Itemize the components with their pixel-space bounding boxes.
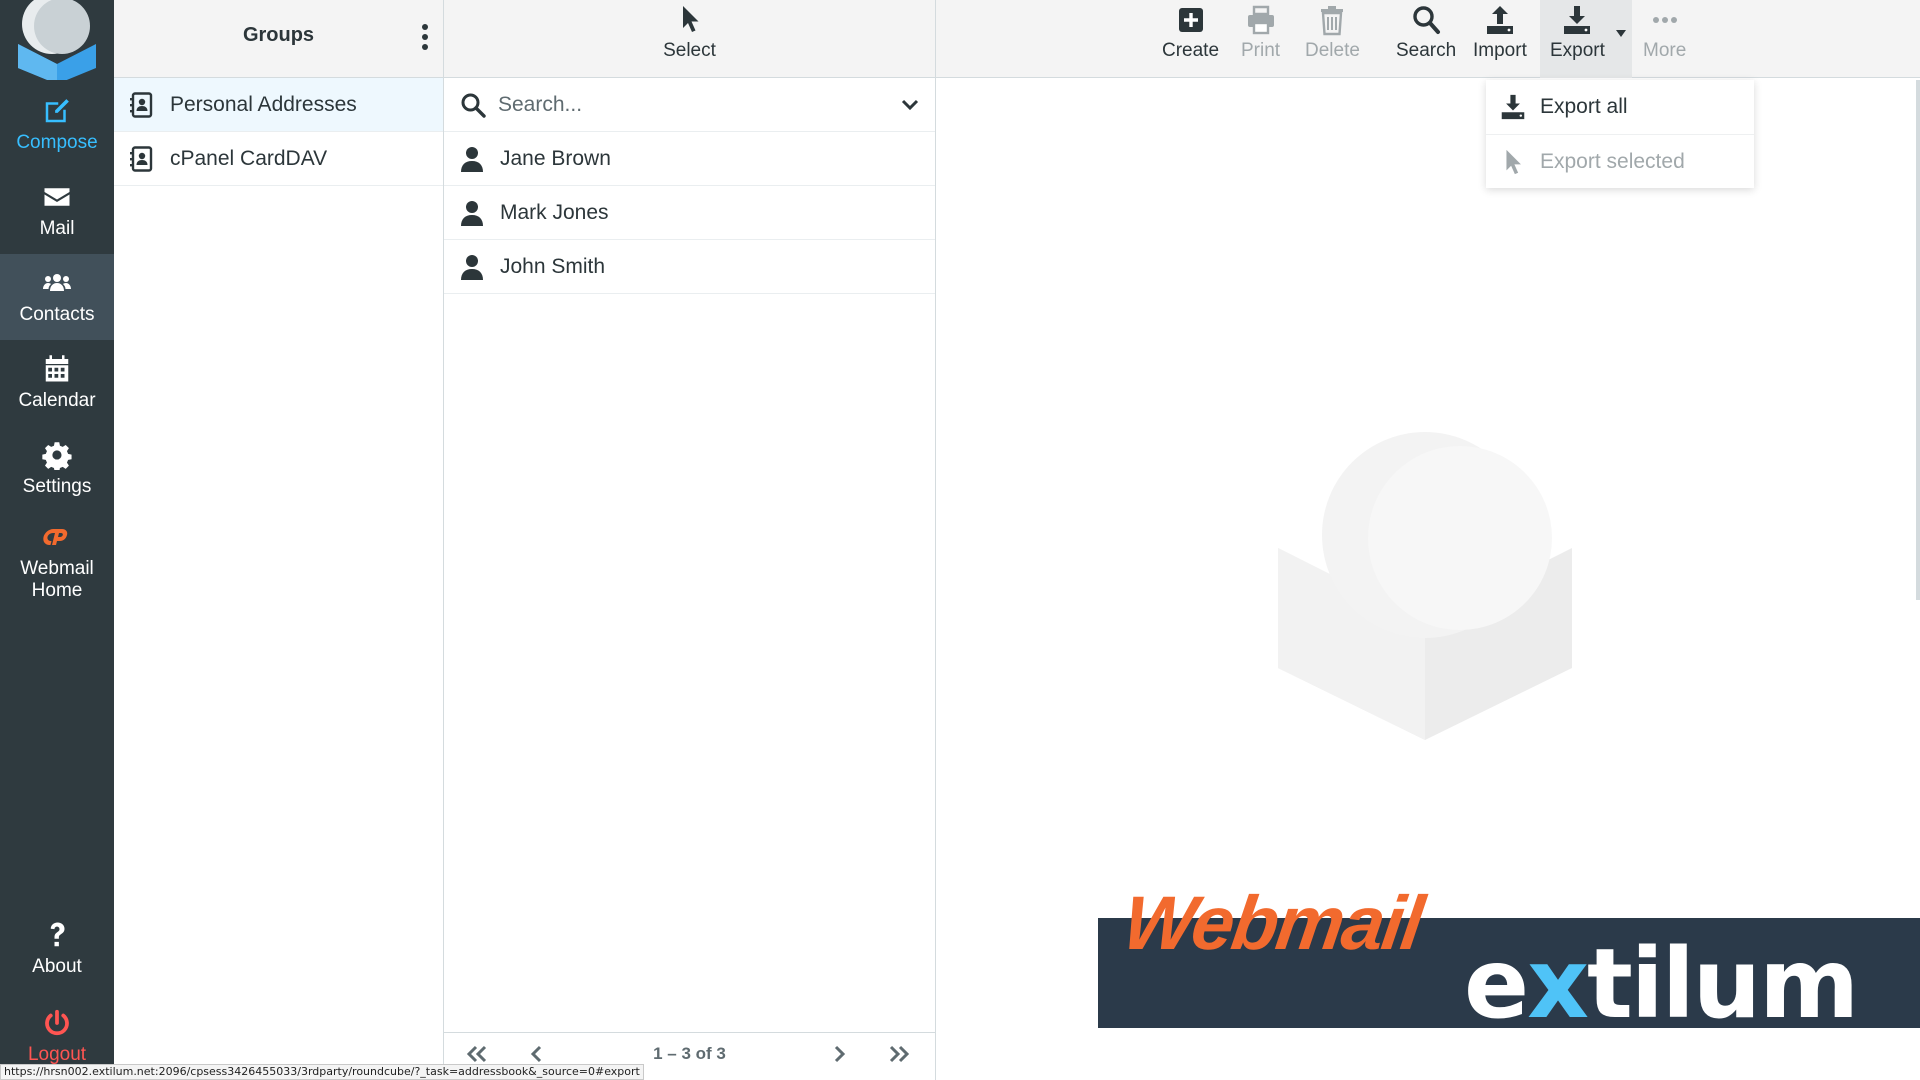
next-page-icon[interactable] [824, 1039, 854, 1069]
nav-logout-label: Logout [27, 1044, 87, 1065]
roundcube-watermark-logo [1278, 432, 1572, 740]
extilum-rest: tilum [1587, 928, 1859, 1040]
caret-down-icon[interactable] [1614, 26, 1628, 40]
contacts-header: Select [444, 0, 935, 78]
nav-settings[interactable]: Settings [0, 426, 114, 512]
pointer-icon [682, 6, 698, 32]
contact-name: John Smith [500, 254, 606, 278]
export-label: Export [1550, 40, 1605, 61]
nav-compose-label: Compose [16, 132, 98, 153]
nav-webmail-home-label: Webmail Home [20, 558, 94, 601]
nav-calendar[interactable]: Calendar [0, 340, 114, 426]
import-label: Import [1473, 40, 1527, 61]
question-icon [50, 922, 65, 947]
groups-panel: Groups Personal Addresses cPanel CardDAV [114, 0, 444, 1080]
nav-mail[interactable]: Mail [0, 168, 114, 254]
group-label: Personal Addresses [170, 92, 357, 116]
compose-icon [45, 99, 69, 123]
search-icon [1413, 6, 1441, 34]
delete-label: Delete [1305, 40, 1360, 61]
status-url-bar: https://hrsn002.extilum.net:2096/cpsess3… [0, 1064, 644, 1080]
extilum-e: e [1464, 928, 1529, 1040]
export-all-label: Export all [1540, 95, 1628, 118]
contact-row[interactable]: Mark Jones [444, 186, 935, 240]
person-icon [461, 200, 483, 226]
envelope-icon [44, 188, 70, 206]
contacts-search-input[interactable] [498, 92, 888, 117]
contact-row[interactable]: John Smith [444, 240, 935, 294]
power-icon [45, 1009, 69, 1036]
export-selected-label: Export selected [1540, 149, 1685, 173]
download-icon [1564, 6, 1591, 34]
extilum-wordmark: extilum [1464, 928, 1859, 1040]
nav-calendar-label: Calendar [18, 390, 96, 411]
search-label: Search [1396, 40, 1457, 61]
person-icon [461, 254, 483, 280]
search-icon [461, 93, 486, 118]
plus-square-icon [1178, 8, 1203, 32]
trash-icon [1321, 6, 1344, 36]
export-button[interactable]: Export [1550, 4, 1605, 62]
address-book-icon [130, 91, 153, 118]
calendar-icon [45, 355, 69, 382]
select-label: Select [663, 40, 716, 61]
select-button[interactable]: Select [444, 4, 935, 62]
chevron-down-icon[interactable] [900, 95, 920, 115]
roundcube-logo[interactable] [0, 0, 114, 80]
webmail-wordmark: Webmail [1118, 881, 1428, 966]
upload-icon [1486, 6, 1513, 34]
export-dropdown-menu: Export all Export selected [1486, 80, 1754, 188]
last-page-icon[interactable] [884, 1039, 914, 1069]
create-label: Create [1162, 40, 1220, 61]
right-scrollbar[interactable] [1916, 80, 1920, 600]
nav-mail-label: Mail [39, 218, 75, 239]
more-label: More [1643, 40, 1687, 61]
more-button[interactable]: More [1643, 4, 1686, 62]
contacts-panel: Select Jane Brown Mark Jones John Smith … [444, 0, 936, 1080]
pager-count: 1 – 3 of 3 [653, 1044, 726, 1063]
app-navigation: Compose Mail Contacts Calendar Settings … [0, 0, 114, 1080]
group-personal-addresses[interactable]: Personal Addresses [114, 78, 443, 132]
pointer-icon [1506, 149, 1521, 174]
download-icon [1501, 94, 1525, 120]
export-all-option[interactable]: Export all [1486, 80, 1754, 134]
groups-title: Groups [242, 24, 315, 46]
contact-row[interactable]: Jane Brown [444, 132, 935, 186]
address-book-icon [130, 145, 153, 172]
person-icon [461, 146, 483, 172]
kebab-menu-icon[interactable] [417, 20, 433, 54]
nav-contacts[interactable]: Contacts [0, 254, 114, 340]
group-label: cPanel CardDAV [170, 146, 328, 170]
delete-button[interactable]: Delete [1305, 4, 1360, 62]
nav-contacts-label: Contacts [19, 304, 95, 325]
export-selected-option[interactable]: Export selected [1486, 134, 1754, 188]
nav-compose[interactable]: Compose [0, 82, 114, 168]
contact-name: Mark Jones [500, 200, 609, 224]
contacts-search-bar [444, 78, 935, 132]
nav-webmail-home[interactable]: Webmail Home [0, 514, 114, 610]
gear-icon [42, 442, 72, 470]
groups-header: Groups [114, 0, 443, 78]
print-button[interactable]: Print [1241, 4, 1280, 62]
nav-settings-label: Settings [22, 476, 92, 497]
nav-about[interactable]: About [0, 906, 114, 992]
nav-about-label: About [32, 956, 82, 977]
ellipsis-icon [1652, 17, 1677, 23]
printer-icon [1247, 5, 1274, 35]
contact-name: Jane Brown [500, 146, 611, 170]
print-label: Print [1241, 40, 1281, 61]
import-button[interactable]: Import [1473, 4, 1527, 62]
cpanel-icon [43, 529, 68, 545]
group-cpanel-carddav[interactable]: cPanel CardDAV [114, 132, 443, 186]
extilum-x: x [1527, 928, 1589, 1040]
create-button[interactable]: Create [1162, 4, 1219, 62]
users-icon [43, 274, 71, 291]
search-button[interactable]: Search [1396, 4, 1456, 62]
